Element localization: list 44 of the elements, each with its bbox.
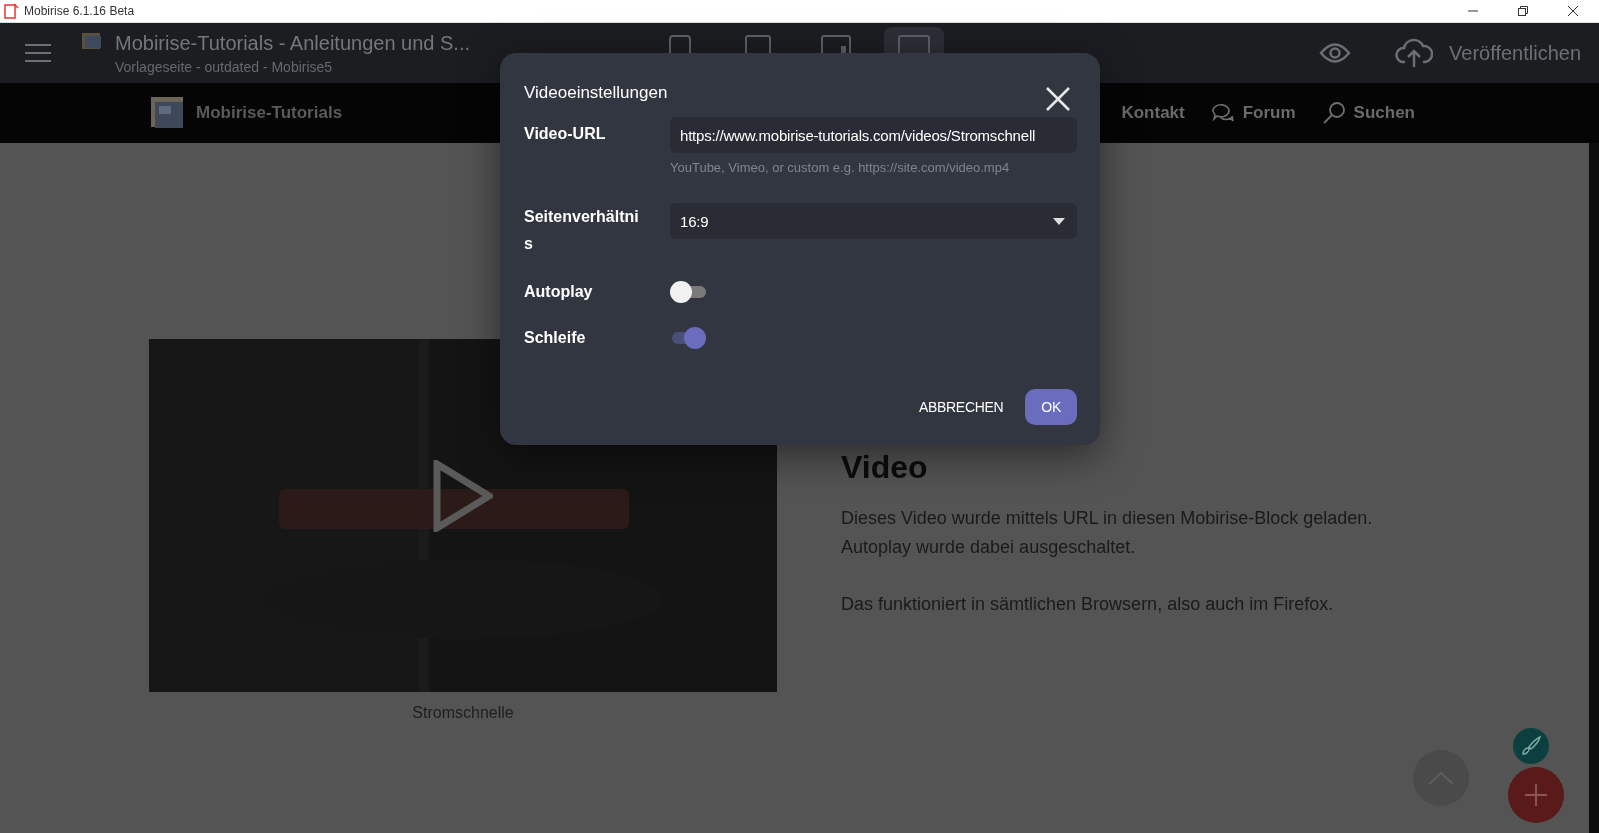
restore-icon[interactable] xyxy=(1517,5,1529,17)
project-title: Mobirise-Tutorials - Anleitungen und S... xyxy=(115,31,470,55)
tablet-icon xyxy=(745,35,771,53)
field-label: Autoplay xyxy=(524,283,594,301)
chat-icon xyxy=(1210,103,1235,123)
project-thumbnail-icon xyxy=(81,31,103,51)
plus-icon xyxy=(1524,783,1548,807)
paragraph: Dieses Video wurde mittels URL in diesen Mobirise-Block geladen. Autoplay wurde dabei ausgeschaltet. xyxy=(841,507,1374,559)
toggle-switch[interactable] xyxy=(670,327,706,349)
brush-icon xyxy=(1520,735,1542,757)
publish-button[interactable]: Veröffentlichen xyxy=(1449,41,1581,65)
toggle-switch[interactable] xyxy=(670,281,706,303)
brand-name[interactable]: Mobirise-Tutorials xyxy=(196,103,343,123)
play-icon[interactable] xyxy=(433,459,493,532)
field-label: Schleife xyxy=(524,329,587,347)
app-icon xyxy=(3,3,19,19)
field-label: Video-URL xyxy=(524,124,607,144)
close-icon[interactable] xyxy=(1567,5,1579,17)
url-input-field[interactable]: https://www.mobirise-tutorials.com/videos/Stromschnell xyxy=(670,117,1077,153)
menu-icon[interactable] xyxy=(25,43,51,63)
paragraph: Das funktioniert in sämtlichen Browsern, also auch im Firefox. xyxy=(841,593,1335,616)
add-block-button[interactable] xyxy=(1508,767,1564,823)
window-title: Mobirise 6.1.16 Beta xyxy=(24,4,135,18)
phone-icon xyxy=(668,35,692,53)
brand-logo-icon[interactable] xyxy=(150,96,186,130)
caret-icon xyxy=(1053,217,1065,225)
cancel-button[interactable]: ABBRECHEN xyxy=(918,389,1004,425)
field-hint: YouTube, Vimeo, or custom e.g. https://site.com/video.mp4 xyxy=(670,160,1011,175)
preview-eye-icon[interactable] xyxy=(1319,42,1352,64)
page-subtitle: Vorlageseite - outdated - Mobirise5 xyxy=(115,58,334,75)
section-heading: Video xyxy=(841,449,929,486)
scrollbar[interactable] xyxy=(1589,143,1599,833)
dialog-title: Videoeinstellungen xyxy=(524,83,668,103)
aspect-ratio-dropdown[interactable]: 16:9 xyxy=(670,203,1077,239)
cloud-upload-icon[interactable] xyxy=(1395,38,1434,68)
monitor-icon xyxy=(898,35,930,53)
field-label: Seitenverhältnis xyxy=(524,207,640,254)
nav-link-label[interactable]: Suchen xyxy=(1353,103,1415,123)
tablet-icon xyxy=(821,35,851,53)
brush-button[interactable] xyxy=(1513,728,1549,764)
ok-button[interactable]: OK xyxy=(1025,389,1077,425)
search-icon xyxy=(1321,101,1346,125)
nav-link-label[interactable]: Forum xyxy=(1242,103,1296,123)
nav-link-label[interactable]: Kontakt xyxy=(1121,103,1185,123)
